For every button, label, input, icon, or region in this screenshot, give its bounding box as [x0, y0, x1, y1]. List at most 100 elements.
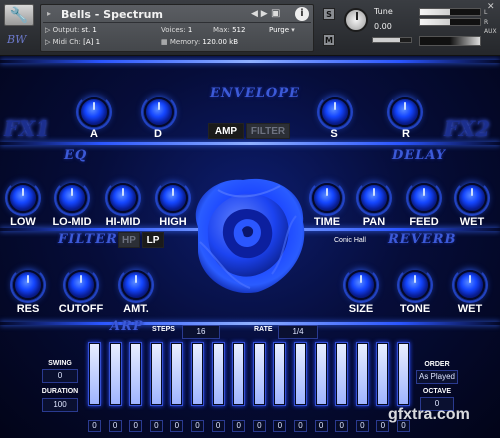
- max-label: Max:: [213, 26, 230, 34]
- eq-low-knob[interactable]: [5, 180, 41, 216]
- arp-step-bar[interactable]: [191, 342, 204, 406]
- tune-knob[interactable]: [344, 8, 368, 32]
- rose-artwork: [195, 178, 305, 294]
- arp-step-value[interactable]: 0: [232, 420, 246, 432]
- solo-button[interactable]: S: [323, 8, 335, 20]
- reverb-wet-knob[interactable]: [452, 267, 488, 303]
- steps-field[interactable]: 16: [182, 325, 220, 339]
- instrument-panel: ▸ Bells - Spectrum ◀ ▶ ▣ i ▷ Output: st.…: [40, 4, 314, 52]
- divider-band: [0, 322, 500, 325]
- arp-step-bar[interactable]: [273, 342, 287, 406]
- filter-cutoff-knob[interactable]: [63, 267, 99, 303]
- reverb-size-knob[interactable]: [343, 267, 379, 303]
- arp-step-value[interactable]: 0: [191, 420, 204, 432]
- release-knob[interactable]: [387, 94, 423, 130]
- purge-label[interactable]: Purge: [269, 26, 289, 34]
- hp-button[interactable]: HP: [118, 232, 140, 248]
- release-label: R: [402, 128, 410, 140]
- instrument-name[interactable]: Bells - Spectrum: [61, 8, 163, 21]
- filter-amt-knob[interactable]: [118, 267, 154, 303]
- eq-high-knob[interactable]: [155, 180, 191, 216]
- arp-step-bar[interactable]: [355, 342, 369, 406]
- arp-step-value[interactable]: 0: [129, 420, 143, 432]
- duration-field[interactable]: 100: [42, 398, 78, 412]
- sustain-knob[interactable]: [317, 94, 353, 130]
- amp-button[interactable]: AMP: [208, 123, 244, 139]
- pan-meter[interactable]: [419, 36, 481, 46]
- arp-step-bar[interactable]: [232, 342, 246, 406]
- volume-slider[interactable]: [372, 37, 412, 43]
- arp-step-value[interactable]: 0: [314, 420, 328, 432]
- arp-step-bar[interactable]: [252, 342, 266, 406]
- info-icon[interactable]: i: [295, 7, 309, 21]
- collapse-arrow-icon[interactable]: ▸: [47, 9, 51, 18]
- arp-step-bar[interactable]: [335, 342, 349, 406]
- mute-button[interactable]: M: [323, 34, 335, 46]
- arp-step-bar[interactable]: [397, 342, 410, 406]
- aux-label[interactable]: AUX: [484, 28, 497, 35]
- prev-next-arrows-icon[interactable]: ◀ ▶: [251, 9, 268, 19]
- swing-label: SWING: [48, 360, 72, 367]
- arp-step-bar-fill: [378, 344, 388, 404]
- arp-step-bar[interactable]: [88, 342, 101, 406]
- rate-field[interactable]: 1/4: [278, 325, 318, 339]
- reverb-preset[interactable]: Conic Hall: [334, 237, 366, 244]
- arp-step-bar[interactable]: [211, 342, 225, 406]
- arp-step-value[interactable]: 0: [355, 420, 369, 432]
- arp-step-bar-fill: [172, 344, 182, 404]
- filter-res-knob[interactable]: [10, 267, 46, 303]
- volume-slider-fill: [373, 38, 400, 42]
- reverb-size-label: SIZE: [348, 303, 374, 315]
- delay-wet-knob[interactable]: [454, 180, 490, 216]
- arp-step-bar[interactable]: [129, 342, 143, 406]
- eq-hi-mid-knob[interactable]: [105, 180, 141, 216]
- close-icon[interactable]: ✕: [487, 2, 495, 12]
- arp-step-bar[interactable]: [108, 342, 122, 406]
- delay-feed-knob[interactable]: [406, 180, 442, 216]
- sustain-label: S: [330, 128, 338, 140]
- octave-label: OCTAVE: [422, 388, 452, 395]
- arp-step-bar[interactable]: [170, 342, 184, 406]
- arp-step-value[interactable]: 0: [252, 420, 266, 432]
- arp-step-bar[interactable]: [149, 342, 163, 406]
- midi-row[interactable]: ▷ Midi Ch: [A] 1: [45, 38, 100, 46]
- delay-pan-knob[interactable]: [356, 180, 392, 216]
- arp-step-bar-fill: [399, 344, 408, 404]
- purge-menu[interactable]: Purge ▾: [269, 26, 295, 34]
- output-row[interactable]: ▷ Output: st. 1: [45, 26, 97, 34]
- max-value[interactable]: 512: [232, 26, 245, 34]
- voices-value: 1: [187, 26, 193, 34]
- arp-step-value[interactable]: 0: [88, 420, 101, 432]
- eq-lo-mid-knob[interactable]: [54, 180, 90, 216]
- decay-knob[interactable]: [141, 94, 177, 130]
- attack-knob[interactable]: [76, 94, 112, 130]
- arp-step-bar-fill: [275, 344, 285, 404]
- arp-step-value[interactable]: 0: [108, 420, 122, 432]
- arp-step-value[interactable]: 0: [211, 420, 225, 432]
- lp-button[interactable]: LP: [142, 232, 164, 248]
- arp-step-value[interactable]: 0: [335, 420, 349, 432]
- midi-value[interactable]: [A] 1: [83, 38, 100, 46]
- arp-step-value[interactable]: 0: [149, 420, 163, 432]
- reverb-tone-knob[interactable]: [397, 267, 433, 303]
- wrench-icon[interactable]: 🔧: [4, 4, 34, 26]
- max-row[interactable]: Max: 512: [213, 26, 245, 34]
- delay-time-knob[interactable]: [309, 180, 345, 216]
- voices-row: Voices: 1: [161, 26, 192, 34]
- arp-step-bar-fill: [234, 344, 244, 404]
- camera-icon[interactable]: ▣: [271, 8, 287, 20]
- filter-env-button[interactable]: FILTER: [246, 123, 290, 139]
- memory-row: ▦ Memory: 120.00 kB: [161, 38, 238, 46]
- swing-field[interactable]: 0: [42, 369, 78, 383]
- arp-step-bar[interactable]: [376, 342, 390, 406]
- arp-step-bar-fill: [131, 344, 141, 404]
- arp-step-value[interactable]: 0: [170, 420, 184, 432]
- arp-step-bar[interactable]: [314, 342, 328, 406]
- arp-step-bar[interactable]: [294, 342, 307, 406]
- tune-value[interactable]: 0.00: [374, 22, 392, 31]
- arp-step-value[interactable]: 0: [273, 420, 287, 432]
- order-field[interactable]: As Played: [416, 370, 458, 384]
- arp-step-value[interactable]: 0: [294, 420, 307, 432]
- output-value[interactable]: st. 1: [82, 26, 97, 34]
- decay-label: D: [154, 128, 162, 140]
